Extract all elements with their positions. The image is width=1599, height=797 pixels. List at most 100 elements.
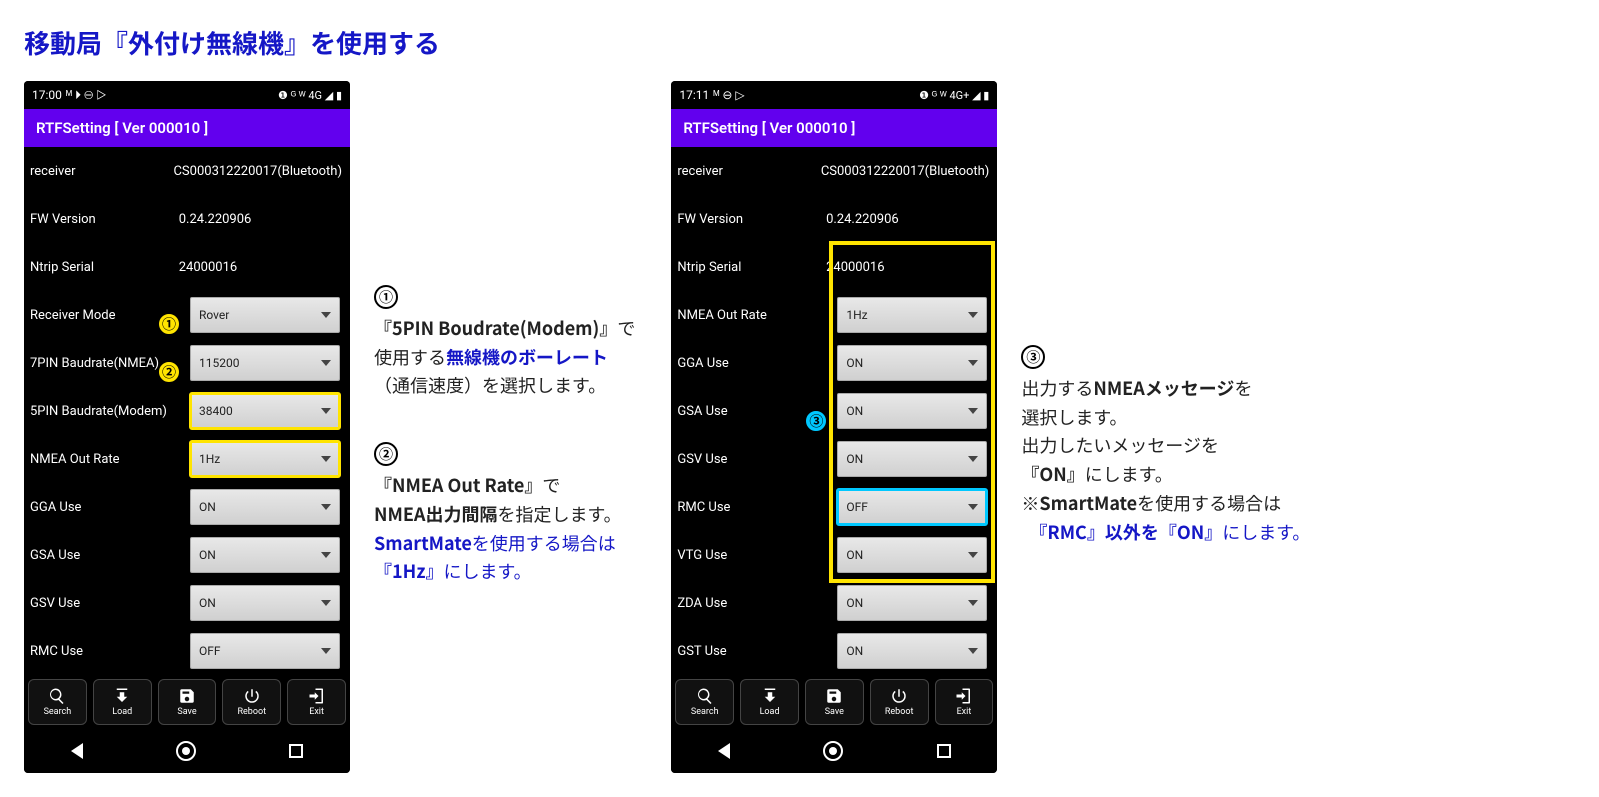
chevron-down-icon: [968, 456, 978, 462]
android-navbar: [671, 729, 997, 773]
reboot-button[interactable]: Reboot: [222, 679, 281, 725]
nav-recent-icon[interactable]: [289, 744, 303, 758]
gsa-use-spinner[interactable]: ON: [190, 537, 340, 573]
app-title: RTFSetting [ Ver 000010 ]: [24, 109, 350, 147]
nav-home-icon[interactable]: [823, 741, 843, 761]
setting-row: GSV UseON: [24, 579, 350, 627]
load-button[interactable]: Load: [93, 679, 152, 725]
info-row: receiverCS000312220017(Bluetooth): [24, 147, 350, 195]
status-time: 17:00: [32, 88, 62, 102]
setting-row: Receiver ModeRover: [24, 291, 350, 339]
chevron-down-icon: [321, 360, 331, 366]
setting-row: GGA UseON: [24, 483, 350, 531]
chevron-down-icon: [968, 552, 978, 558]
load-button[interactable]: Load: [740, 679, 799, 725]
marker-1: ①: [157, 312, 181, 336]
chevron-down-icon: [968, 648, 978, 654]
7pin-baudrate-spinner[interactable]: 115200: [190, 345, 340, 381]
chevron-down-icon: [321, 504, 331, 510]
exit-button[interactable]: Exit: [287, 679, 346, 725]
chevron-down-icon: [968, 504, 978, 510]
chevron-down-icon: [321, 552, 331, 558]
annotation-1-num: ①: [374, 285, 398, 309]
nmea-out-rate-spinner[interactable]: 1Hz: [837, 297, 987, 333]
vtg-use-spinner[interactable]: ON: [837, 537, 987, 573]
setting-row: RMC UseOFF: [671, 483, 997, 531]
android-navbar: [24, 729, 350, 773]
chevron-down-icon: [968, 360, 978, 366]
status-time: 17:11: [679, 88, 709, 102]
zda-use-spinner[interactable]: ON: [837, 585, 987, 621]
info-row: FW Version0.24.220906: [24, 195, 350, 243]
gga-use-spinner[interactable]: ON: [837, 345, 987, 381]
setting-row: NMEA Out Rate1Hz: [24, 435, 350, 483]
setting-row: 5PIN Baudrate(Modem)38400: [24, 387, 350, 435]
gsv-use-spinner[interactable]: ON: [837, 441, 987, 477]
phone-screen-2: 17:11 ᴹ ⊖ ▷ ❶ ᴳ ᵂ 4G+ ◢ ▮ RTFSetting [ V…: [671, 81, 997, 773]
search-icon: [48, 687, 66, 705]
rmc-use-spinner[interactable]: OFF: [837, 489, 987, 525]
setting-row: RMC UseOFF: [24, 627, 350, 675]
button-bar: Search Load Save Reboot Exit: [24, 675, 350, 729]
chevron-down-icon: [321, 408, 331, 414]
save-icon: [825, 687, 843, 705]
chevron-down-icon: [968, 408, 978, 414]
info-row: Ntrip Serial24000016: [24, 243, 350, 291]
chevron-down-icon: [321, 648, 331, 654]
chevron-down-icon: [968, 312, 978, 318]
exit-button[interactable]: Exit: [935, 679, 994, 725]
annotation-1: ① 『5PIN Boudrate(Modem)』で 使用する無線機のボーレート …: [374, 281, 635, 408]
exit-icon: [955, 687, 973, 705]
status-bar: 17:11 ᴹ ⊖ ▷ ❶ ᴳ ᵂ 4G+ ◢ ▮: [671, 81, 997, 109]
phone-screen-1: 17:00 ᴹ ⏵ ⊖ ▷ ❶ ᴳ ᵂ 4G ◢ ▮ RTFSetting [ …: [24, 81, 350, 773]
download-icon: [761, 687, 779, 705]
setting-row: GGA UseON: [671, 339, 997, 387]
search-button[interactable]: Search: [28, 679, 87, 725]
setting-row: GSA UseON: [24, 531, 350, 579]
annotation-3-num: ③: [1021, 345, 1045, 369]
chevron-down-icon: [968, 600, 978, 606]
status-icons-left: ᴹ ⊖ ▷: [713, 88, 744, 102]
search-button[interactable]: Search: [675, 679, 734, 725]
nav-recent-icon[interactable]: [937, 744, 951, 758]
download-icon: [113, 687, 131, 705]
setting-row: GSA UseON: [671, 387, 997, 435]
save-button[interactable]: Save: [805, 679, 864, 725]
gga-use-spinner[interactable]: ON: [190, 489, 340, 525]
nmea-out-rate-spinner[interactable]: 1Hz: [190, 441, 340, 477]
rmc-use-spinner[interactable]: OFF: [190, 633, 340, 669]
setting-row: NMEA Out Rate1Hz: [671, 291, 997, 339]
gst-use-spinner[interactable]: ON: [837, 633, 987, 669]
info-row: receiverCS000312220017(Bluetooth): [671, 147, 997, 195]
nav-back-icon[interactable]: [718, 743, 730, 759]
annotation-2: ② 『NMEA Out Rate』で NMEA出力間隔を指定します。 Smart…: [374, 438, 635, 594]
status-icons-right: ❶ ᴳ ᵂ 4G+ ◢ ▮: [919, 89, 989, 102]
save-button[interactable]: Save: [158, 679, 217, 725]
reboot-button[interactable]: Reboot: [870, 679, 929, 725]
setting-row: GSV UseON: [671, 435, 997, 483]
nav-back-icon[interactable]: [71, 743, 83, 759]
status-bar: 17:00 ᴹ ⏵ ⊖ ▷ ❶ ᴳ ᵂ 4G ◢ ▮: [24, 81, 350, 109]
5pin-baudrate-spinner[interactable]: 38400: [190, 393, 340, 429]
info-row: FW Version0.24.220906: [671, 195, 997, 243]
chevron-down-icon: [321, 312, 331, 318]
setting-row: GST UseON: [671, 627, 997, 675]
exit-icon: [308, 687, 326, 705]
nav-home-icon[interactable]: [176, 741, 196, 761]
annotation-2-num: ②: [374, 442, 398, 466]
status-icons-right: ❶ ᴳ ᵂ 4G ◢ ▮: [278, 89, 342, 102]
power-icon: [243, 687, 261, 705]
info-row: Ntrip Serial24000016: [671, 243, 997, 291]
gsv-use-spinner[interactable]: ON: [190, 585, 340, 621]
button-bar: Search Load Save Reboot Exit: [671, 675, 997, 729]
save-icon: [178, 687, 196, 705]
receiver-mode-spinner[interactable]: Rover: [190, 297, 340, 333]
setting-row: 7PIN Baudrate(NMEA)115200: [24, 339, 350, 387]
app-title: RTFSetting [ Ver 000010 ]: [671, 109, 997, 147]
chevron-down-icon: [321, 600, 331, 606]
status-icons-left: ᴹ ⏵ ⊖ ▷: [66, 88, 107, 103]
gsa-use-spinner[interactable]: ON: [837, 393, 987, 429]
marker-2: ②: [157, 360, 181, 384]
page-title: 移動局『外付け無線機』を使用する: [24, 24, 1575, 61]
annotation-3: ③ 出力するNMEAメッセージを 選択します。 出力したいメッセージを 『ON』…: [1021, 341, 1310, 555]
